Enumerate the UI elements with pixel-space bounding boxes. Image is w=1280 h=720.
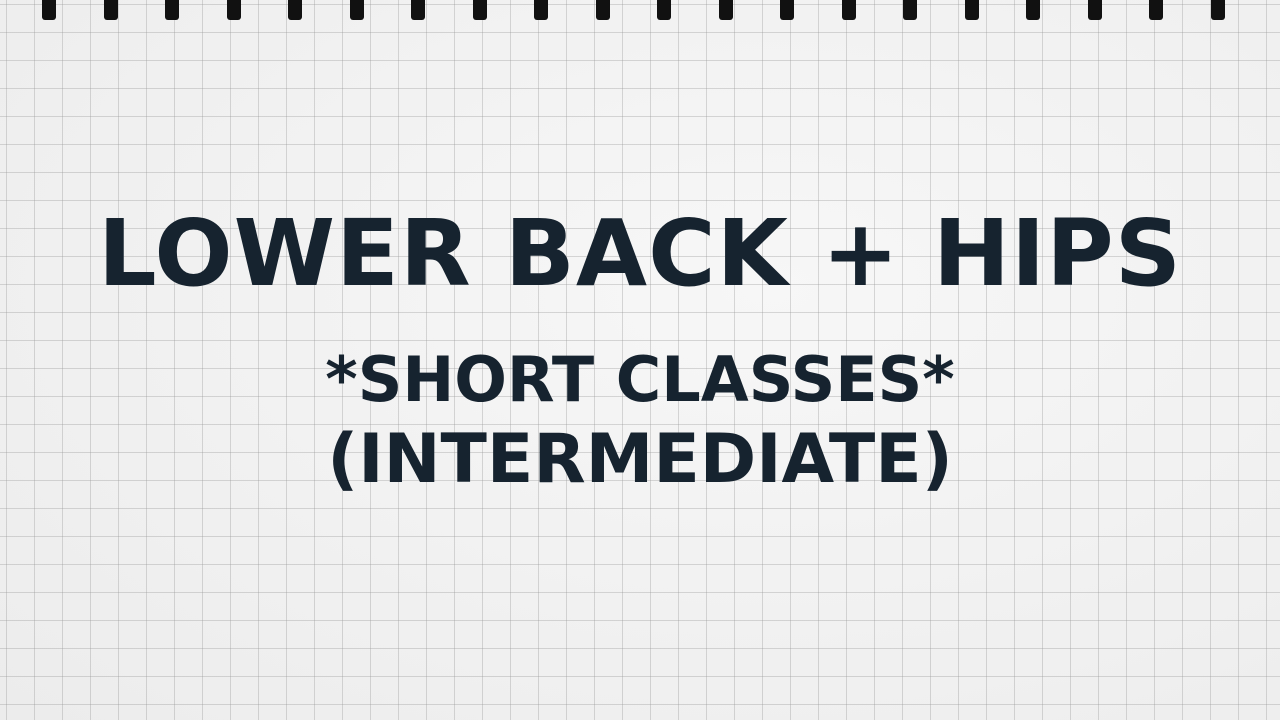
binding-ring <box>349 0 364 20</box>
spiral-binding <box>0 0 1280 22</box>
binding-ring <box>841 0 856 20</box>
main-title: LOWER BACK + HIPS <box>98 200 1182 307</box>
binding-ring <box>165 0 179 20</box>
subtitle-level: (INTERMEDIATE) <box>327 420 953 499</box>
binding-ring <box>534 0 548 20</box>
subtitle-short-classes: *SHORT CLASSES* <box>325 343 955 416</box>
binding-ring <box>1087 0 1102 20</box>
binding-ring <box>42 0 56 20</box>
binding-ring <box>103 0 118 20</box>
binding-ring <box>657 0 671 20</box>
binding-ring <box>780 0 794 20</box>
binding-ring <box>903 0 917 20</box>
binding-ring <box>964 0 979 20</box>
binding-ring <box>1149 0 1163 20</box>
title-block: LOWER BACK + HIPS *SHORT CLASSES* (INTER… <box>0 200 1280 500</box>
binding-ring <box>411 0 425 20</box>
binding-ring <box>288 0 302 20</box>
binding-ring <box>718 0 733 20</box>
graph-paper-background: LOWER BACK + HIPS *SHORT CLASSES* (INTER… <box>0 0 1280 720</box>
binding-ring <box>595 0 610 20</box>
binding-ring <box>1210 0 1225 20</box>
binding-ring <box>1026 0 1040 20</box>
binding-ring <box>226 0 241 20</box>
binding-ring <box>472 0 487 20</box>
